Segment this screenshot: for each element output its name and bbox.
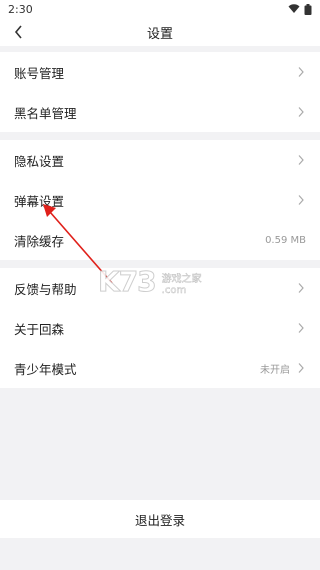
- settings-item-blacklist[interactable]: 黑名单管理: [0, 92, 320, 132]
- page-title: 设置: [146, 26, 173, 42]
- logout-button[interactable]: 退出登录: [0, 500, 320, 538]
- settings-item-teen-mode[interactable]: 青少年模式 未开启: [0, 348, 320, 388]
- settings-item-label: 黑名单管理: [14, 105, 77, 121]
- chevron-right-icon: [298, 155, 304, 165]
- wifi-icon: [288, 4, 300, 13]
- divider: [0, 132, 320, 140]
- settings-item-label: 青少年模式: [14, 361, 77, 377]
- settings-item-clear-cache[interactable]: 清除缓存 0.59 MB: [0, 220, 320, 260]
- chevron-right-icon: [298, 67, 304, 77]
- settings-item-label: 反馈与帮助: [14, 281, 77, 297]
- chevron-right-icon: [298, 323, 304, 333]
- settings-item-about[interactable]: 关于回森: [0, 308, 320, 348]
- logout-label: 退出登录: [134, 512, 185, 528]
- settings-item-feedback-help[interactable]: 反馈与帮助: [0, 268, 320, 308]
- status-bar: 2:30: [0, 0, 320, 18]
- settings-group-general: 隐私设置 弹幕设置 清除缓存 0.59 MB: [0, 140, 320, 260]
- divider: [0, 260, 320, 268]
- settings-item-label: 隐私设置: [14, 153, 65, 169]
- back-button[interactable]: [8, 20, 30, 44]
- settings-item-account-management[interactable]: 账号管理: [0, 52, 320, 92]
- cache-size-value: 0.59 MB: [265, 234, 306, 246]
- settings-item-privacy[interactable]: 隐私设置: [0, 140, 320, 180]
- chevron-right-icon: [298, 195, 304, 205]
- bottom-area: [0, 538, 320, 566]
- battery-icon: [304, 3, 312, 15]
- chevron-right-icon: [298, 283, 304, 293]
- settings-group-about: 反馈与帮助 关于回森 青少年模式 未开启: [0, 268, 320, 388]
- chevron-right-icon: [298, 363, 304, 373]
- settings-item-label: 弹幕设置: [14, 193, 65, 209]
- empty-area: [0, 388, 320, 500]
- settings-item-label: 账号管理: [14, 65, 65, 81]
- chevron-left-icon: [14, 25, 22, 39]
- teen-mode-status: 未开启: [260, 364, 290, 376]
- chevron-right-icon: [298, 107, 304, 117]
- status-time: 2:30: [8, 2, 33, 16]
- settings-item-danmaku[interactable]: 弹幕设置: [0, 180, 320, 220]
- settings-group-account: 账号管理 黑名单管理: [0, 52, 320, 132]
- settings-item-label: 关于回森: [14, 321, 65, 337]
- settings-item-label: 清除缓存: [14, 233, 65, 249]
- navigation-bar: 设置: [0, 18, 320, 46]
